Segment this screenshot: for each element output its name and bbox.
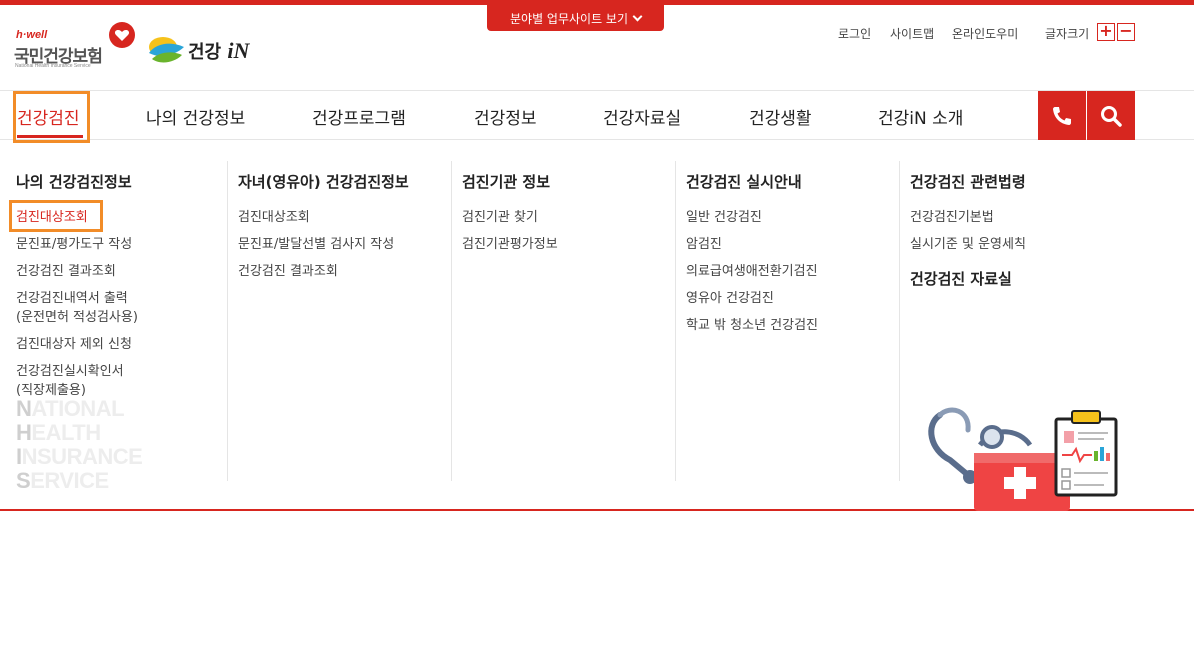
heart-icon	[109, 22, 135, 48]
menu-item-child-questionnaire[interactable]: 문진표/발달선별 검사지 작성	[238, 235, 448, 254]
main-nav: 건강검진 나의 건강정보 건강프로그램 건강정보 건강자료실 건강생활 건강iN…	[0, 90, 1194, 143]
column-divider	[675, 161, 676, 481]
medical-kit-illustration	[928, 407, 1118, 511]
menu-col-title: 건강검진 실시안내	[686, 173, 802, 191]
health-in-emblem-icon	[149, 37, 184, 63]
search-button[interactable]	[1087, 91, 1135, 140]
nav-about-health-in[interactable]: 건강iN 소개	[878, 104, 963, 129]
nhis-logo[interactable]: h·well 국민건강보험 National Health Insurance …	[14, 21, 138, 73]
header: h·well 국민건강보험 National Health Insurance …	[0, 5, 1194, 90]
menu-item-infant-checkup[interactable]: 영유아 건강검진	[686, 289, 896, 308]
nav-health-programs[interactable]: 건강프로그램	[312, 104, 406, 129]
menu-item-find-institution[interactable]: 검진기관 찾기	[462, 208, 672, 227]
health-in-text: 건강 iN	[188, 38, 250, 63]
nav-my-health-info[interactable]: 나의 건강정보	[146, 104, 245, 129]
menu-item-checkup-history-print[interactable]: 건강검진내역서 출력 (운전면허 적성검사용)	[16, 289, 216, 327]
nav-health-info[interactable]: 건강정보	[474, 104, 537, 129]
menu-col-checkup-guide: 건강검진 실시안내 일반 건강검진 암검진 의료급여생애전환기검진 영유아 건강…	[686, 171, 896, 481]
menu-col-institutions: 검진기관 정보 검진기관 찾기 검진기관평가정보	[462, 171, 672, 481]
menu-item-general-checkup[interactable]: 일반 건강검진	[686, 208, 896, 227]
hwell-text: h·well	[16, 29, 48, 41]
menu-item-operating-rules[interactable]: 실시기준 및 운영세칙	[910, 235, 1140, 254]
field-sites-button[interactable]: 분야별 업무사이트 보기	[487, 5, 664, 31]
font-decrease-button[interactable]: −	[1117, 23, 1135, 41]
menu-item-institution-evaluation[interactable]: 검진기관평가정보	[462, 235, 672, 254]
nav-health-checkup[interactable]: 건강검진	[17, 104, 80, 129]
menu-item-child-target[interactable]: 검진대상조회	[238, 208, 448, 227]
menu-col-title-library[interactable]: 건강검진 자료실	[910, 268, 1140, 289]
menu-col-title: 검진기관 정보	[462, 173, 551, 191]
menu-col-title: 건강검진 관련법령	[910, 173, 1026, 191]
menu-item-questionnaire[interactable]: 문진표/평가도구 작성	[16, 235, 216, 254]
font-size-label: 글자크기	[1045, 27, 1090, 41]
health-in-logo[interactable]: 건강 iN	[146, 33, 250, 69]
nav-health-life[interactable]: 건강생활	[749, 104, 812, 129]
menu-col-child-checkup: 자녀(영유아) 건강검진정보 검진대상조회 문진표/발달선별 검사지 작성 건강…	[238, 171, 448, 481]
menu-item-youth-checkup[interactable]: 학교 밖 청소년 건강검진	[686, 316, 896, 335]
nhis-watermark: NATIONAL HEALTH INSURANCE SERVICE	[16, 396, 143, 493]
search-icon	[1101, 105, 1122, 127]
sitemap-link[interactable]: 사이트맵	[890, 25, 934, 42]
field-sites-label: 분야별 업무사이트 보기	[509, 11, 629, 26]
login-link[interactable]: 로그인	[838, 25, 871, 42]
menu-item-exclusion-request[interactable]: 검진대상자 제외 신청	[16, 335, 216, 354]
nhis-subtitle: National Health Insurance Service	[15, 63, 91, 69]
menu-col-title: 나의 건강검진정보	[16, 173, 132, 191]
nav-health-library[interactable]: 건강자료실	[603, 104, 681, 129]
menu-col-title: 자녀(영유아) 건강검진정보	[238, 173, 409, 191]
column-divider	[451, 161, 452, 481]
phone-icon	[1053, 106, 1071, 125]
column-divider	[227, 161, 228, 481]
font-increase-button[interactable]: +	[1097, 23, 1115, 41]
menu-item-child-results[interactable]: 건강검진 결과조회	[238, 262, 448, 281]
online-help-link[interactable]: 온라인도우미	[952, 25, 1018, 42]
menu-item-checkup-confirmation[interactable]: 건강검진실시확인서 (직장제출용)	[16, 362, 216, 400]
column-divider	[899, 161, 900, 481]
menu-item-checkup-results[interactable]: 건강검진 결과조회	[16, 262, 216, 281]
selected-menu-highlight	[9, 200, 103, 232]
chevron-down-icon	[632, 11, 643, 21]
menu-item-cancer-checkup[interactable]: 암검진	[686, 235, 896, 254]
mega-menu: 나의 건강검진정보 검진대상조회 문진표/평가도구 작성 건강검진 결과조회 건…	[0, 141, 1194, 511]
menu-item-basic-law[interactable]: 건강검진기본법	[910, 208, 1140, 227]
menu-item-medical-aid-checkup[interactable]: 의료급여생애전환기검진	[686, 262, 896, 281]
active-nav-underline	[17, 135, 83, 138]
phone-button[interactable]	[1038, 91, 1086, 140]
